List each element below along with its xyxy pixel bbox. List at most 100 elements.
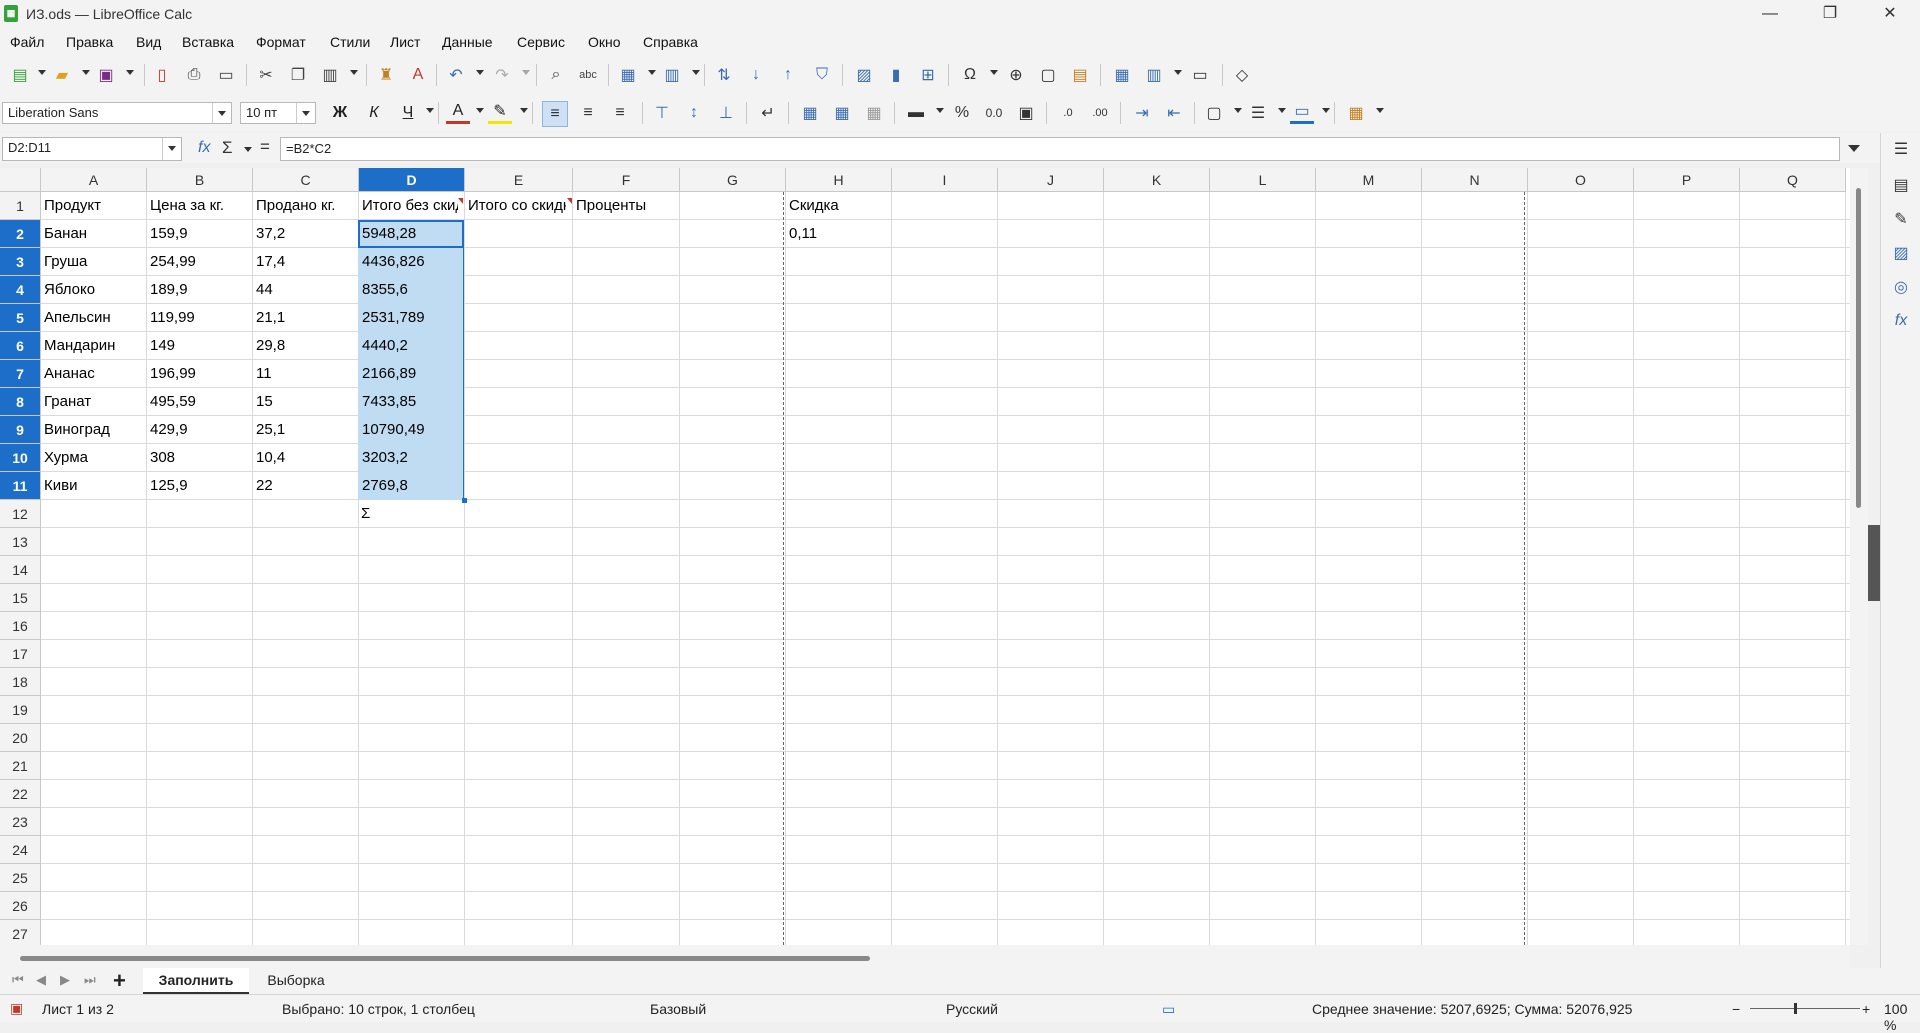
cell-h2[interactable]: 0,11 [787, 220, 891, 248]
header-footer-icon[interactable]: ▤ [1068, 63, 1092, 87]
document-modified-icon[interactable]: ▣ [10, 1000, 23, 1017]
menu-insert[interactable]: Вставка [182, 34, 234, 50]
row-header-8[interactable]: 8 [0, 388, 41, 416]
menu-data[interactable]: Данные [442, 34, 493, 50]
cell-a6[interactable]: Мандарин [42, 332, 146, 360]
cut-icon[interactable]: ✂ [254, 63, 278, 87]
next-sheet-icon[interactable]: ▶ [60, 972, 70, 988]
row-header-5[interactable]: 5 [0, 304, 41, 332]
row-header-16[interactable]: 16 [0, 612, 41, 640]
cell-a7[interactable]: Ананас [42, 360, 146, 388]
cell-c10[interactable]: 10,4 [254, 444, 358, 472]
vertical-scroll-thumb[interactable] [1856, 188, 1861, 508]
copy-icon[interactable]: ❐ [286, 63, 310, 87]
cell-c7[interactable]: 11 [254, 360, 358, 388]
special-character-icon[interactable]: Ω [958, 63, 982, 87]
cell-d7[interactable]: 2166,89 [360, 360, 458, 388]
column-icon[interactable]: ▥ [660, 63, 684, 87]
currency-format-icon[interactable]: ▬ [904, 101, 928, 125]
first-sheet-icon[interactable]: ⏮ [12, 972, 24, 988]
hyperlink-icon[interactable]: ⊕ [1004, 63, 1028, 87]
redo-icon[interactable]: ↷ [490, 63, 514, 87]
cell-b11[interactable]: 125,9 [148, 472, 252, 500]
clone-formatting-icon[interactable]: ♜ [374, 63, 398, 87]
cell-d5[interactable]: 2531,789 [360, 304, 458, 332]
styles-icon[interactable]: ✎ [1889, 207, 1913, 231]
page-style[interactable]: Базовый [650, 1001, 706, 1017]
cell-d2[interactable]: 5948,28 [360, 220, 458, 248]
spreadsheet-grid[interactable]: A B C D E F G H I J K L M N O P Q 1 2 3 4 5 6 7 8 9 10 11 12 13 14 15 16… [0, 168, 1850, 945]
restore-button[interactable]: ❐ [1800, 0, 1860, 28]
chevron-down-icon[interactable] [212, 103, 231, 123]
menu-file[interactable]: Файл [10, 34, 44, 50]
name-box[interactable]: D2:D11 [2, 137, 182, 161]
cell-b3[interactable]: 254,99 [148, 248, 252, 276]
navigator-icon[interactable]: ◎ [1889, 275, 1913, 299]
zoom-out-button[interactable]: − [1732, 1001, 1740, 1017]
align-center-button[interactable]: ≡ [576, 101, 600, 125]
unmerge-cells-icon[interactable]: ▦ [862, 101, 886, 125]
sidebar-collapse-handle[interactable] [1868, 525, 1880, 601]
spellcheck-icon[interactable]: abc [576, 63, 600, 87]
column-header-h[interactable]: H [786, 168, 892, 192]
menu-format[interactable]: Формат [256, 34, 306, 50]
column-header-b[interactable]: B [147, 168, 253, 192]
row-header-25[interactable]: 25 [0, 864, 41, 892]
cell-c2[interactable]: 37,2 [254, 220, 358, 248]
define-print-area-icon[interactable]: ▦ [1110, 63, 1134, 87]
highlight-color-icon[interactable]: ✎ [488, 101, 512, 124]
row-header-27[interactable]: 27 [0, 920, 41, 945]
comment-icon[interactable]: ▢ [1036, 63, 1060, 87]
row-header-13[interactable]: 13 [0, 528, 41, 556]
font-size-combo[interactable]: 10 пт [240, 102, 316, 124]
number-format-button[interactable]: 0.0 [982, 101, 1006, 125]
menu-styles[interactable]: Стили [330, 34, 370, 50]
cell-d6[interactable]: 4440,2 [360, 332, 458, 360]
row-header-2[interactable]: 2 [0, 220, 41, 248]
chevron-down-icon[interactable] [162, 138, 181, 160]
header-cell-h[interactable]: Скидка [787, 192, 891, 220]
underline-button[interactable]: Ч [396, 101, 420, 125]
header-cell-f[interactable]: Проценты [574, 192, 679, 220]
pivot-table-icon[interactable]: ⊞ [916, 63, 940, 87]
cell-b5[interactable]: 119,99 [148, 304, 252, 332]
cell-c5[interactable]: 21,1 [254, 304, 358, 332]
zoom-in-button[interactable]: + [1862, 1001, 1870, 1017]
select-all-corner[interactable] [0, 168, 41, 192]
font-color-icon[interactable]: A [446, 101, 470, 124]
cell-a8[interactable]: Гранат [42, 388, 146, 416]
selection-mode-icon[interactable]: ▭ [1162, 1001, 1175, 1018]
row-header-7[interactable]: 7 [0, 360, 41, 388]
sort-ascending-icon[interactable]: ↓ [744, 63, 768, 87]
font-name-combo[interactable]: Liberation Sans [2, 102, 232, 124]
sheet-tab-selection[interactable]: Выборка [256, 968, 336, 992]
cell-a11[interactable]: Киви [42, 472, 146, 500]
row-header-10[interactable]: 10 [0, 444, 41, 472]
column-header-d[interactable]: D [359, 168, 465, 192]
align-middle-icon[interactable]: ↕ [682, 101, 706, 125]
save-icon[interactable]: ▣ [94, 63, 118, 87]
column-header-n[interactable]: N [1422, 168, 1528, 192]
menu-sheet[interactable]: Лист [390, 34, 420, 50]
cell-b9[interactable]: 429,9 [148, 416, 252, 444]
sort-descending-icon[interactable]: ↑ [776, 63, 800, 87]
vertical-scrollbar[interactable] [1850, 168, 1868, 945]
row-header-15[interactable]: 15 [0, 584, 41, 612]
column-header-o[interactable]: O [1528, 168, 1634, 192]
cell-d3[interactable]: 4436,826 [360, 248, 458, 276]
cell-a10[interactable]: Хурма [42, 444, 146, 472]
zoom-level[interactable]: 100 % [1884, 1001, 1920, 1033]
row-header-18[interactable]: 18 [0, 668, 41, 696]
column-header-k[interactable]: K [1104, 168, 1210, 192]
column-header-p[interactable]: P [1634, 168, 1740, 192]
row-header-22[interactable]: 22 [0, 780, 41, 808]
row-header-3[interactable]: 3 [0, 248, 41, 276]
borders-icon[interactable]: ▢ [1202, 101, 1226, 125]
cell-c11[interactable]: 22 [254, 472, 358, 500]
cell-c3[interactable]: 17,4 [254, 248, 358, 276]
align-right-button[interactable]: ≡ [608, 101, 632, 125]
header-cell-e[interactable]: Итого со скидкой [466, 192, 566, 220]
print-icon[interactable]: ⎙ [182, 63, 206, 87]
border-color-icon[interactable]: ▭ [1290, 101, 1314, 124]
header-cell-b[interactable]: Цена за кг. [148, 192, 252, 220]
